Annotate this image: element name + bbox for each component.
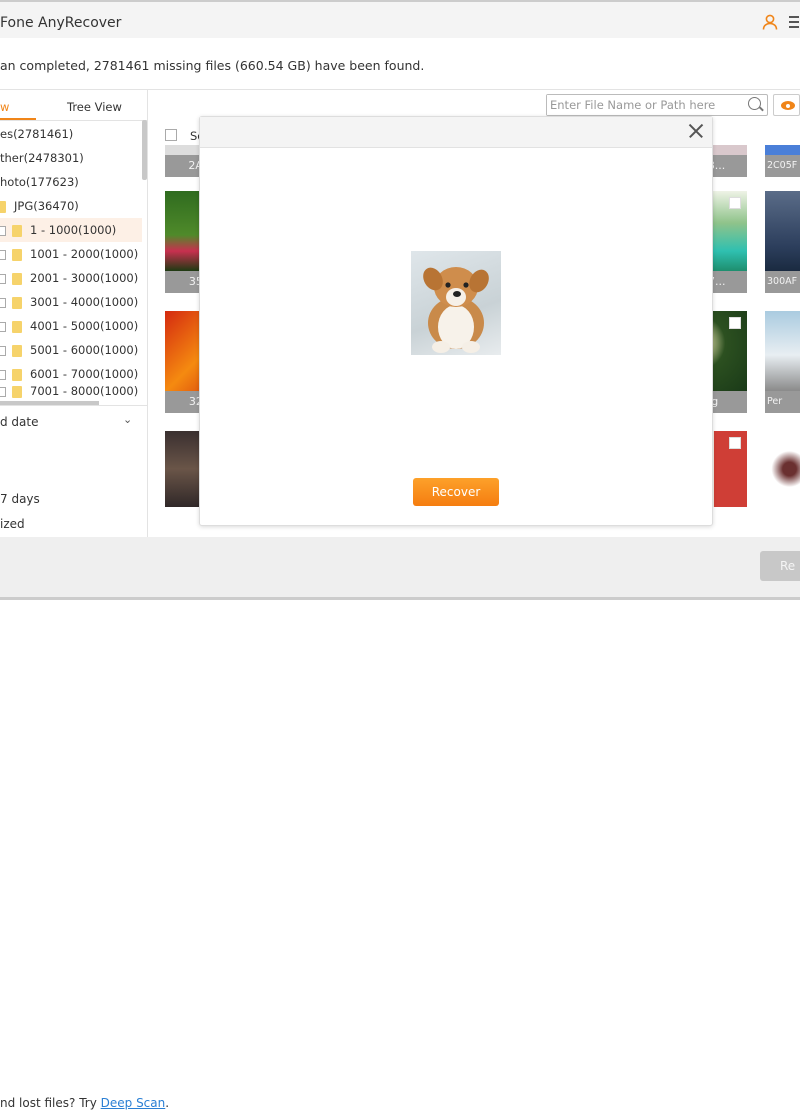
hint-text: nd lost files? Try	[0, 1096, 101, 1110]
recover-button[interactable]: Recover	[413, 478, 499, 506]
tree-item-label: 1001 - 2000(1000)	[30, 247, 139, 261]
folder-icon	[12, 368, 22, 381]
deep-scan-link[interactable]: Deep Scan	[101, 1096, 166, 1110]
file-thumbnail[interactable]	[765, 431, 800, 507]
folder-icon	[12, 344, 22, 357]
checkbox[interactable]	[0, 321, 6, 332]
preview-toggle-button[interactable]	[773, 94, 800, 116]
bottom-bar: nd lost files? Try Deep Scan.	[0, 537, 800, 1110]
search-icon[interactable]	[748, 97, 761, 110]
menu-icon[interactable]	[789, 16, 799, 28]
checkbox[interactable]	[0, 249, 6, 260]
folder-icon	[12, 296, 22, 309]
filter-date-label[interactable]: d date	[0, 415, 39, 429]
tree-item-label: 1 - 1000(1000)	[30, 223, 117, 237]
title-bar: Fone AnyRecover	[0, 0, 800, 38]
eye-icon	[781, 101, 795, 110]
checkbox[interactable]	[729, 437, 741, 449]
tree-item[interactable]: 2001 - 3000(1000)	[0, 266, 142, 290]
preview-dialog: Recover	[199, 116, 713, 526]
deep-scan-hint: nd lost files? Try Deep Scan.	[0, 1096, 169, 1110]
tree-item[interactable]: 3001 - 4000(1000)	[0, 290, 142, 314]
tree-item-label: JPG(36470)	[14, 199, 79, 213]
folder-icon	[12, 385, 22, 398]
search-input[interactable]	[547, 95, 737, 115]
tree-item-label: 6001 - 7000(1000)	[30, 367, 139, 381]
checkbox[interactable]	[729, 197, 741, 209]
file-thumbnail[interactable]: 300AF	[765, 191, 800, 293]
file-name: Per	[765, 391, 800, 413]
folder-icon	[12, 320, 22, 333]
checkbox[interactable]	[0, 273, 6, 284]
tree-item-label: es(2781461)	[0, 127, 74, 141]
search-box[interactable]	[546, 94, 768, 116]
hint-suffix: .	[165, 1096, 170, 1110]
file-thumbnail[interactable]: Per	[765, 311, 800, 413]
preview-image	[411, 251, 501, 355]
tree-item[interactable]: 1001 - 2000(1000)	[0, 242, 142, 266]
file-name: 2C05F	[765, 155, 800, 177]
checkbox[interactable]	[0, 386, 6, 397]
tree-item[interactable]: hoto(177623)	[0, 170, 142, 194]
filter-option[interactable]: 7 days	[0, 492, 40, 506]
folder-icon	[12, 272, 22, 285]
tree-vertical-scrollbar[interactable]	[142, 120, 147, 180]
app-title: Fone AnyRecover	[0, 15, 122, 31]
scan-result-message: an completed, 2781461 missing files (660…	[0, 58, 425, 73]
checkbox[interactable]	[0, 369, 6, 380]
folder-icon	[12, 248, 22, 261]
folder-icon	[12, 224, 22, 237]
dialog-header	[200, 117, 712, 148]
recover-button-disabled[interactable]: Re	[760, 551, 800, 581]
tree-item-label: ther(2478301)	[0, 151, 84, 165]
puppy-image	[423, 267, 489, 353]
tree-item[interactable]: 7001 - 8000(1000)	[0, 382, 142, 400]
tree-item[interactable]: 1 - 1000(1000)	[0, 218, 142, 242]
tree-item[interactable]: ther(2478301)	[0, 146, 142, 170]
tab-tree-view[interactable]: Tree View	[67, 100, 122, 114]
tree-item-label: 3001 - 4000(1000)	[30, 295, 139, 309]
file-thumbnail[interactable]: 2C05F	[765, 145, 800, 177]
tab-file-view[interactable]: w	[0, 100, 9, 114]
checkbox[interactable]	[729, 317, 741, 329]
tree-item-label: 7001 - 8000(1000)	[30, 384, 139, 398]
left-panel: w Tree View es(2781461) ther(2478301) ho…	[0, 89, 148, 537]
tree-item-label: 5001 - 6000(1000)	[30, 343, 139, 357]
tree-item[interactable]: es(2781461)	[0, 122, 142, 146]
checkbox[interactable]	[0, 345, 6, 356]
checkbox[interactable]	[0, 225, 6, 236]
tree-item[interactable]: 5001 - 6000(1000)	[0, 338, 142, 362]
tree-item-label: 4001 - 5000(1000)	[30, 319, 139, 333]
user-icon[interactable]	[762, 14, 778, 30]
select-all-checkbox[interactable]	[165, 129, 177, 141]
tree-item-label: 2001 - 3000(1000)	[30, 271, 139, 285]
checkbox[interactable]	[0, 297, 6, 308]
chevron-down-icon[interactable]: ⌄	[123, 413, 132, 426]
divider	[0, 120, 148, 121]
tree-item-label: hoto(177623)	[0, 175, 79, 189]
tree-item[interactable]: 4001 - 5000(1000)	[0, 314, 142, 338]
file-name: 300AF	[765, 271, 800, 293]
close-icon[interactable]	[688, 123, 704, 139]
folder-icon	[0, 200, 6, 213]
tree-item[interactable]: JPG(36470)	[0, 194, 142, 218]
filter-option[interactable]: ized	[0, 517, 25, 531]
divider	[0, 405, 148, 406]
